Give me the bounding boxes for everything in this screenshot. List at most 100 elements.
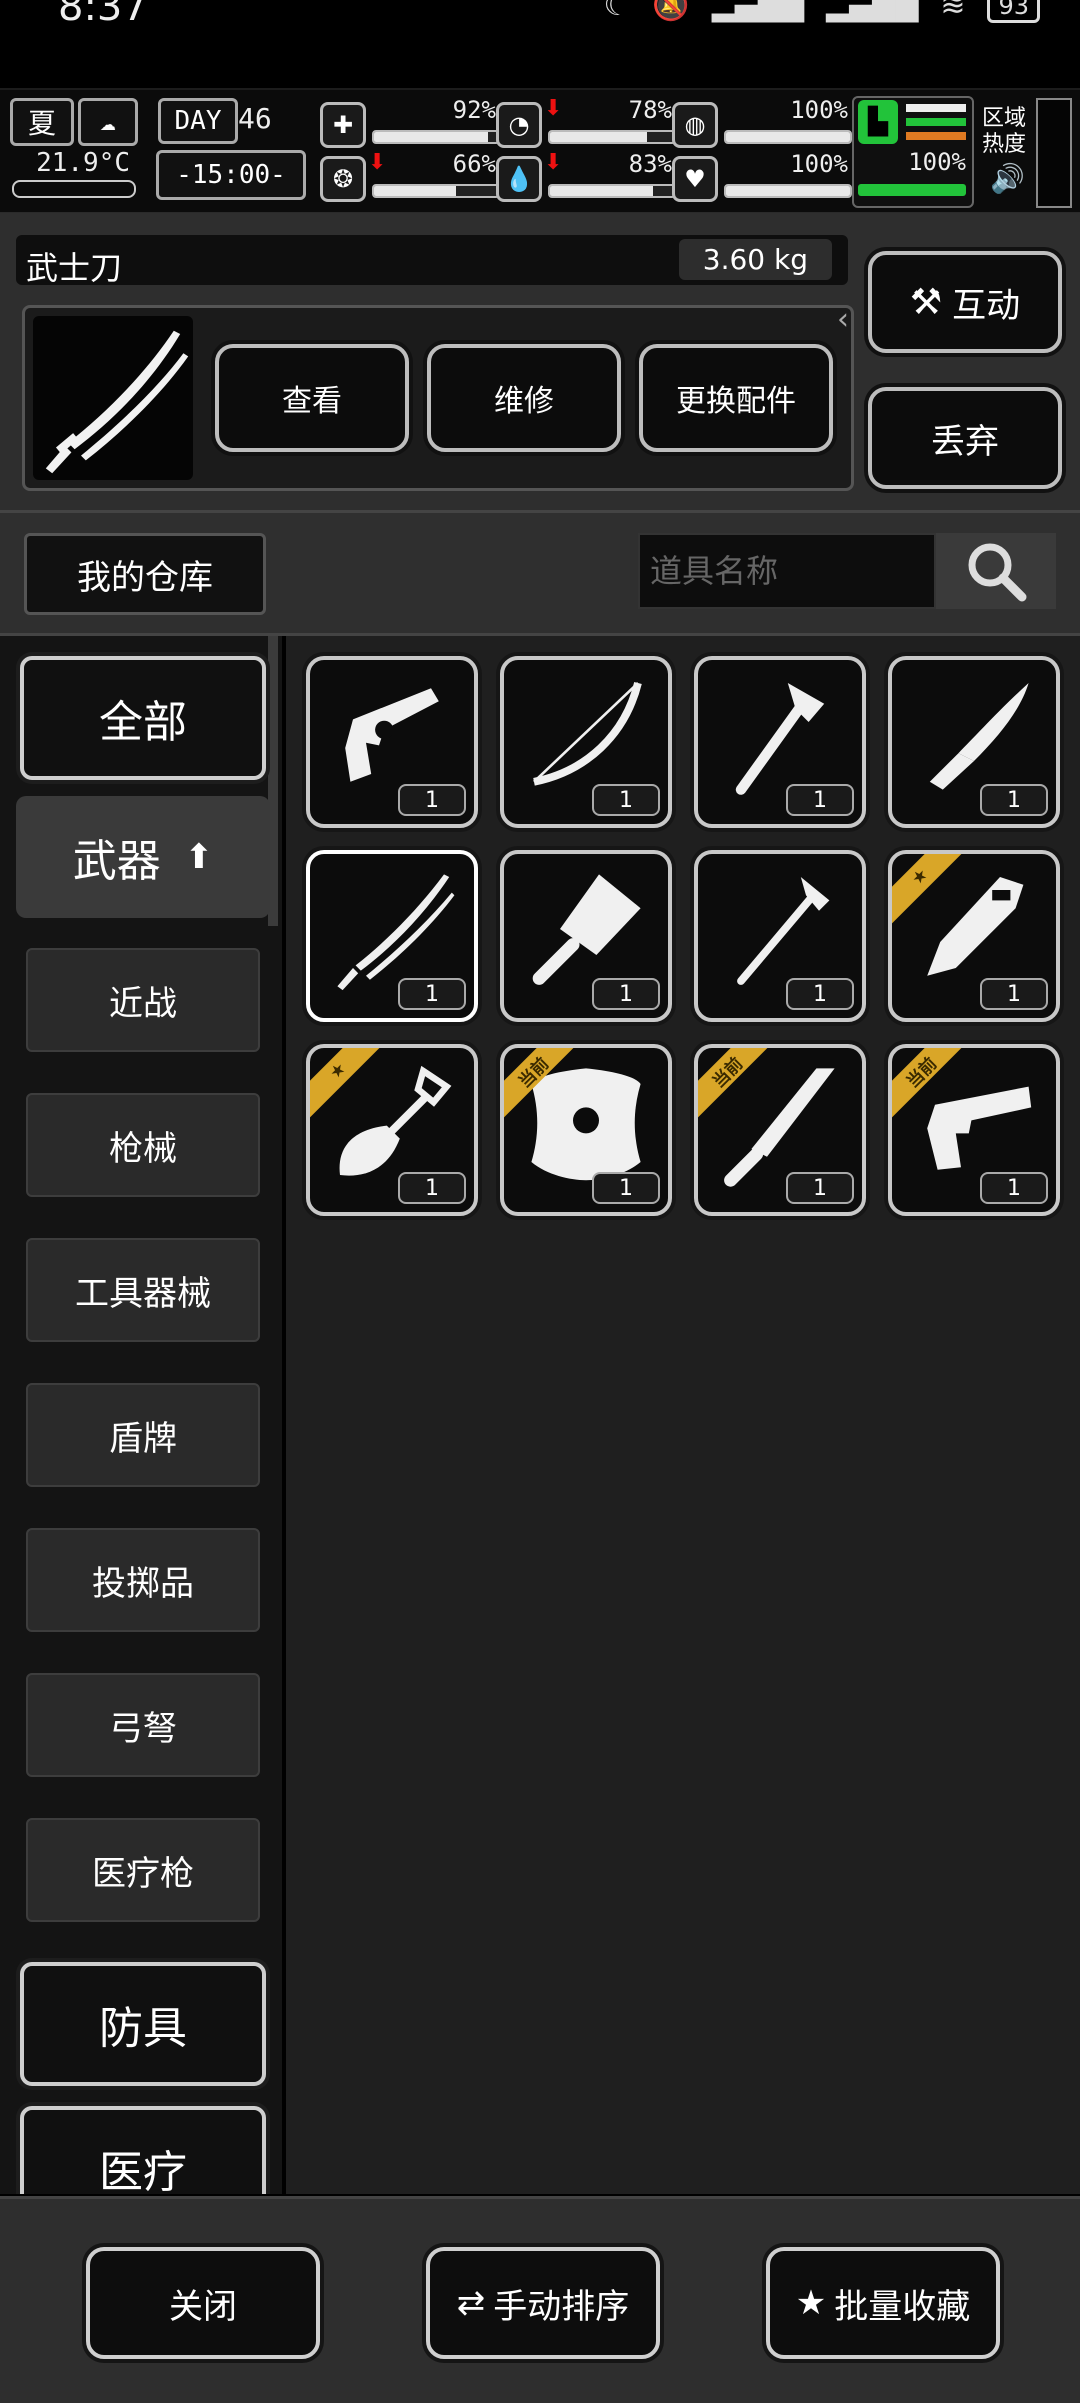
knife-icon <box>929 683 1029 790</box>
interact-button[interactable]: ⚒ 互动 <box>868 251 1062 353</box>
clock: 8:37 <box>58 0 148 30</box>
quantity-badge: 1 <box>592 784 660 816</box>
slot-knife[interactable]: 1 <box>888 656 1060 828</box>
katana-image <box>33 316 193 480</box>
star-icon: ★ <box>795 2283 827 2323</box>
slot-shield[interactable]: 当前 1 <box>500 1044 672 1216</box>
heart-icon: ♥ <box>672 156 718 202</box>
close-label: 关闭 <box>169 2286 237 2327</box>
arrow-up-icon: ⬆ <box>184 837 214 877</box>
status-icons: ☾ 🔕 ▂▄▆█ ▂▄▆█ ≋ 93 <box>603 0 1040 23</box>
axe-icon <box>735 683 825 795</box>
batch-favorite-button[interactable]: ★ 批量收藏 <box>766 2247 1000 2359</box>
slot-revolver[interactable]: 1 <box>306 656 478 828</box>
subcategory-throwables[interactable]: 投掷品 <box>26 1528 260 1632</box>
quantity-badge: 1 <box>786 1172 854 1204</box>
stat-heart-value: 100% <box>790 150 848 178</box>
slot-axe[interactable]: 1 <box>694 656 866 828</box>
wifi-icon: ≋ <box>940 0 966 23</box>
item-title-bar: 武士刀 3.60 kg <box>16 235 848 287</box>
subcategory-shields[interactable]: 盾牌 <box>26 1383 260 1487</box>
stamina-line-orange <box>906 132 966 140</box>
quantity-badge: 1 <box>980 1172 1048 1204</box>
repair-button[interactable]: 维修 <box>427 344 621 452</box>
day-label: DAY <box>158 98 238 144</box>
category-weapons[interactable]: 武器 ⬆ <box>16 796 270 918</box>
slot-fire-axe[interactable]: 1 <box>694 850 866 1022</box>
temperature-gauge: 21.9°C <box>8 146 136 202</box>
health-icon: ✚ <box>320 102 366 148</box>
item-detail-frame: 查看 维修 更换配件 ‹ <box>22 302 854 491</box>
season-badge: 夏 <box>10 98 74 146</box>
category-armor[interactable]: 防具 <box>20 1962 266 2086</box>
stamina-panel: ▙ 100% <box>852 96 974 208</box>
manual-sort-label: 手动排序 <box>493 2286 630 2327</box>
sort-icon: ⇄ <box>456 2283 486 2323</box>
cloud-icon: ☁ <box>78 98 138 146</box>
stat-hunger-bar <box>548 130 676 144</box>
discard-button[interactable]: 丢弃 <box>868 387 1062 489</box>
category-weapons-label: 武器 <box>72 836 161 887</box>
search-button[interactable] <box>936 533 1056 609</box>
subcategory-medical-gun[interactable]: 医疗枪 <box>26 1818 260 1922</box>
moon-icon: ☾ <box>603 0 631 23</box>
stamina-value: 100% <box>908 148 966 176</box>
mute-icon: 🔕 <box>652 0 690 23</box>
slot-bow[interactable]: 1 <box>500 656 672 828</box>
signal-icon: ▂▄▆█ <box>711 0 805 23</box>
slot-cleaver[interactable]: 1 <box>500 850 672 1022</box>
subcategory-tools[interactable]: 工具器械 <box>26 1238 260 1342</box>
hud: 夏 ☁ 21.9°C DAY 46 -15:00- ✚ 92% ◔ ⬇ 78% … <box>0 88 1080 215</box>
slot-machete-tool[interactable]: ★ 1 <box>888 850 1060 1022</box>
day-count: 46 <box>238 102 272 135</box>
subcategory-firearms[interactable]: 枪械 <box>26 1093 260 1197</box>
stat-health-value: 92% <box>452 96 496 124</box>
brain-icon: ❂ <box>320 156 366 202</box>
stat-heart-bar <box>724 184 852 198</box>
revolver-icon <box>345 688 439 782</box>
category-sidebar[interactable]: 全部 武器 ⬆ 近战 枪械 工具器械 盾牌 投掷品 弓弩 医疗枪 防具 医疗 <box>0 636 282 2194</box>
interact-label: 互动 <box>952 285 1021 326</box>
quantity-badge: 1 <box>592 1172 660 1204</box>
slot-shovel[interactable]: ★ 1 <box>306 1044 478 1216</box>
close-button[interactable]: 关闭 <box>86 2247 320 2359</box>
temperature-value: 21.9°C <box>36 148 130 178</box>
stat-thirst-value: 83% <box>628 150 672 178</box>
quantity-badge: 1 <box>398 1172 466 1204</box>
bow-icon <box>533 682 642 786</box>
subcategory-melee[interactable]: 近战 <box>26 948 260 1052</box>
category-medical[interactable]: 医疗 <box>20 2106 266 2194</box>
speaker-icon[interactable]: 🔊 <box>990 162 1025 195</box>
cleaver-icon <box>532 874 641 985</box>
view-button[interactable]: 查看 <box>215 344 409 452</box>
subcategory-bows[interactable]: 弓弩 <box>26 1673 260 1777</box>
stats-grid: ✚ 92% ◔ ⬇ 78% ◍ 100% ❂ ⬇ 66% 💧 ⬇ 83% ♥ 1… <box>318 96 858 206</box>
slot-pistol[interactable]: 当前 1 <box>888 1044 1060 1216</box>
katana-icon <box>45 330 189 474</box>
quantity-badge: 1 <box>980 784 1048 816</box>
category-all[interactable]: 全部 <box>20 656 266 780</box>
slot-machete[interactable]: 当前 1 <box>694 1044 866 1216</box>
hammer-icon: ⚒ <box>909 281 943 323</box>
stamina-bar <box>858 184 966 196</box>
stomach-icon: ◔ <box>496 102 542 148</box>
collapse-chevron-icon[interactable]: ‹ <box>837 302 849 337</box>
stat-defense-value: 100% <box>790 96 848 124</box>
katana-icon <box>337 874 455 991</box>
shield-stat-icon: ◍ <box>672 102 718 148</box>
stat-thirst-bar <box>548 184 676 198</box>
item-weight: 3.60 kg <box>678 239 832 280</box>
item-search-input[interactable] <box>638 533 936 609</box>
stat-hunger-value: 78% <box>628 96 672 124</box>
battery-indicator: 93 <box>987 0 1040 23</box>
manual-sort-button[interactable]: ⇄ 手动排序 <box>426 2247 660 2359</box>
fire-axe-icon <box>737 877 830 985</box>
stat-sanity-bar <box>372 184 500 198</box>
stamina-line-green <box>906 118 966 126</box>
quantity-badge: 1 <box>398 784 466 816</box>
quantity-badge: 1 <box>398 978 466 1010</box>
area-heat-meter <box>1036 98 1072 208</box>
slot-katana[interactable]: 1 <box>306 850 478 1022</box>
change-attachment-button[interactable]: 更换配件 <box>639 344 833 452</box>
quantity-badge: 1 <box>786 784 854 816</box>
